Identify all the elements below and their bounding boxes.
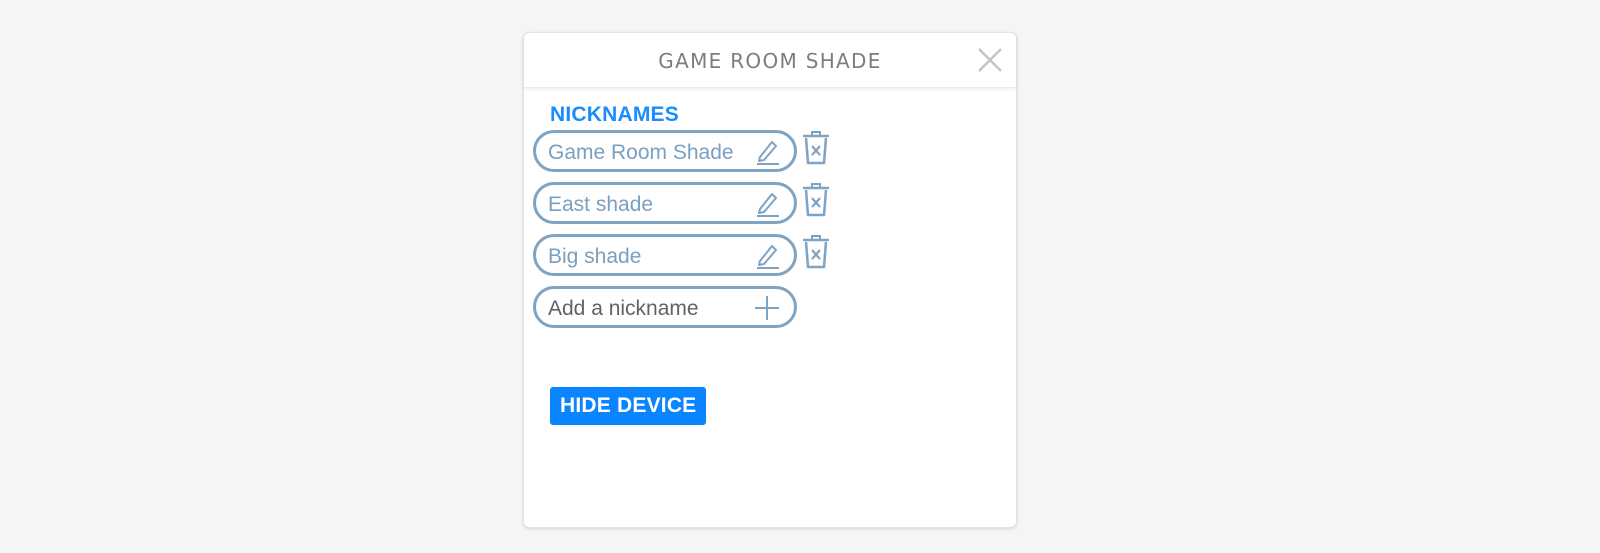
pencil-icon[interactable]	[752, 190, 782, 218]
add-nickname-placeholder: Add a nickname	[548, 297, 699, 320]
nickname-value: East shade	[548, 193, 654, 216]
pencil-icon[interactable]	[752, 242, 782, 270]
trash-icon[interactable]	[801, 182, 831, 218]
trash-icon[interactable]	[801, 130, 831, 166]
pencil-icon[interactable]	[752, 138, 782, 166]
nickname-value: Big shade	[548, 245, 642, 268]
plus-icon[interactable]	[752, 294, 782, 322]
device-settings-modal: GAME ROOM SHADE NICKNAMES Game Room Shad…	[523, 32, 1017, 528]
nickname-field[interactable]: Game Room Shade	[533, 130, 797, 172]
hide-device-button[interactable]: HIDE DEVICE	[550, 387, 707, 425]
nicknames-heading: NICKNAMES	[550, 103, 679, 126]
add-nickname-input[interactable]: Add a nickname	[533, 286, 797, 328]
nickname-field[interactable]: East shade	[533, 182, 797, 224]
close-icon[interactable]	[976, 46, 1004, 74]
trash-icon[interactable]	[801, 234, 831, 270]
modal-header: GAME ROOM SHADE	[524, 33, 1016, 88]
nickname-value: Game Room Shade	[548, 141, 734, 164]
nickname-field[interactable]: Big shade	[533, 234, 797, 276]
modal-title: GAME ROOM SHADE	[658, 49, 882, 73]
